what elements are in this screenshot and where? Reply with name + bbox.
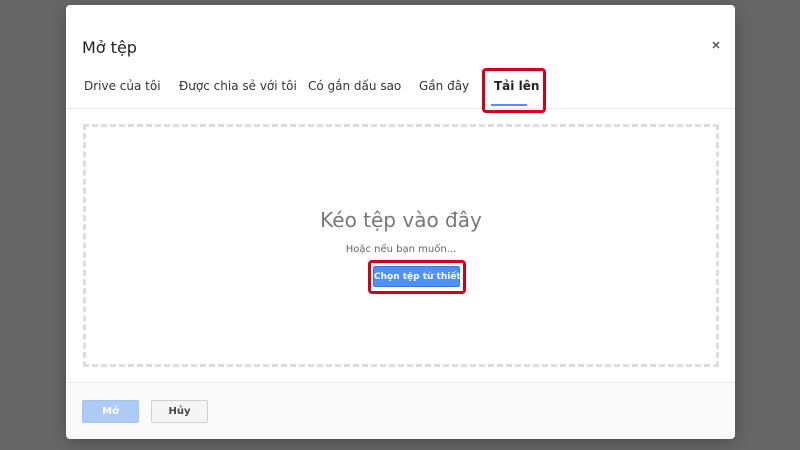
- drop-zone-title: Kéo tệp vào đây: [320, 208, 482, 232]
- cancel-button[interactable]: Hủy: [151, 400, 208, 423]
- close-icon[interactable]: [709, 38, 723, 52]
- button-highlight-box: [368, 260, 466, 294]
- open-file-dialog: Mở tệp Drive của tôi Được chia sẻ với tô…: [66, 5, 735, 439]
- dialog-footer: Mở Hủy: [66, 382, 735, 439]
- tab-recent[interactable]: Gần đây: [419, 79, 469, 93]
- drop-zone-or-text: Hoặc nếu bạn muốn...: [345, 244, 457, 255]
- tab-starred[interactable]: Có gắn dấu sao: [308, 79, 401, 93]
- tab-my-drive[interactable]: Drive của tôi: [84, 79, 161, 93]
- open-button[interactable]: Mở: [82, 400, 139, 423]
- drop-zone[interactable]: Kéo tệp vào đây Hoặc nếu bạn muốn... Chọ…: [83, 124, 719, 367]
- tab-highlight-box: [482, 68, 546, 113]
- dialog-title: Mở tệp: [82, 38, 137, 57]
- tab-shared-with-me[interactable]: Được chia sẻ với tôi: [179, 79, 297, 93]
- tab-bar: Drive của tôi Được chia sẻ với tôi Có gắ…: [66, 65, 735, 109]
